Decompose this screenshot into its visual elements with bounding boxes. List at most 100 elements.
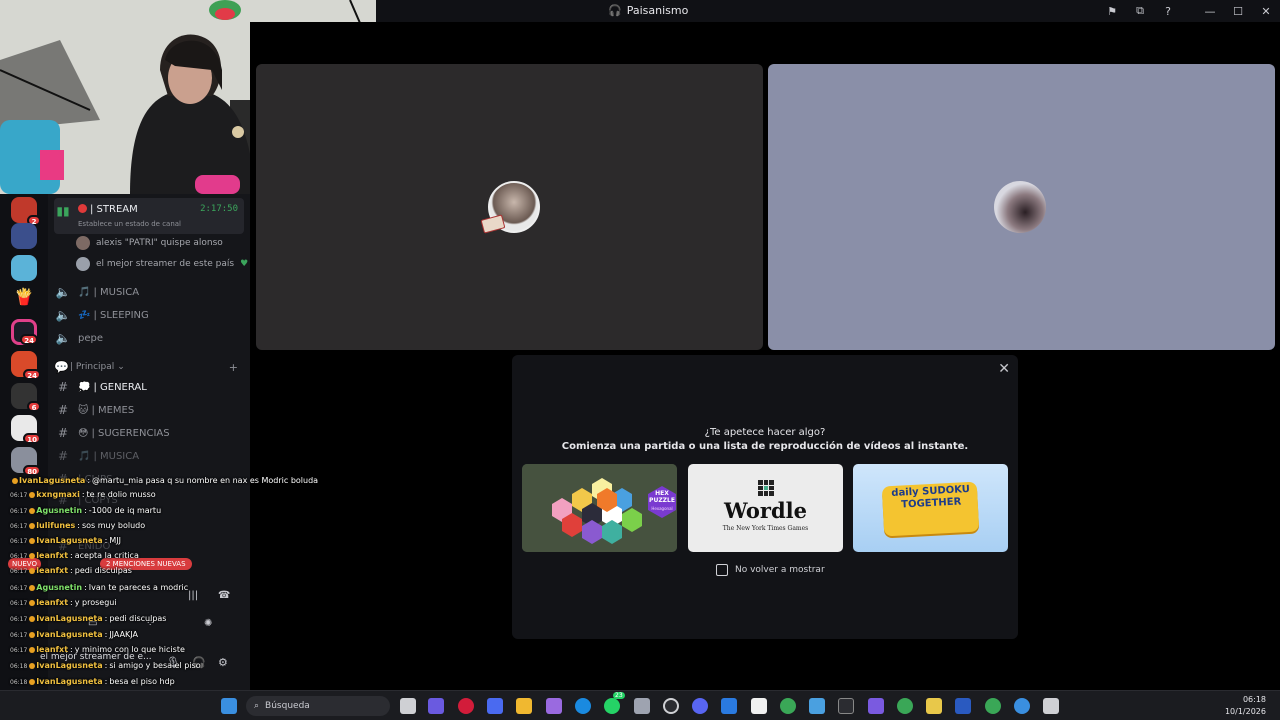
chat-separator: : [84, 506, 87, 515]
chat-time: 06:17 [10, 647, 28, 654]
voice-channel-musica[interactable]: 🔈 🎵 | MUSICA [54, 284, 244, 300]
chat-text: te re dolio musso [86, 490, 156, 499]
task-view-icon[interactable] [400, 698, 416, 714]
voice-user[interactable]: el mejor streamer de este país ♥ [76, 257, 248, 271]
speaker-icon: 🔈 [55, 285, 71, 299]
server-rail: 2 🍟 24 24 6 10 80 [0, 194, 48, 514]
chat-text: besa el piso hdp [109, 677, 175, 686]
category-principal[interactable]: 💬 | Principal ⌄ + [54, 360, 244, 374]
edge-icon[interactable] [575, 698, 591, 714]
cursor-app-icon[interactable] [1014, 698, 1030, 714]
start-icon[interactable] [221, 698, 237, 714]
maximize-button[interactable]: ☐ [1224, 0, 1252, 22]
copilot-icon[interactable] [428, 698, 444, 714]
taskbar-search[interactable]: ⌕ Búsqueda [246, 696, 390, 716]
chat-message: 06:18 IvanLagusneta: si amigo y besa el pi… [10, 661, 201, 670]
checkbox[interactable] [716, 564, 728, 576]
voice-user[interactable]: alexis "PATRI" quispe alonso [76, 236, 223, 250]
chat-separator: : [70, 598, 73, 607]
chat-time: 06:17 [10, 568, 28, 575]
chat-time: 06:17 [10, 632, 28, 639]
voice-channel-pepe[interactable]: 🔈 pepe [54, 330, 244, 346]
chat-text: MJJ [109, 536, 121, 545]
app-icon[interactable] [868, 698, 884, 714]
participant-tile[interactable] [256, 64, 763, 350]
settings-icon[interactable] [634, 698, 650, 714]
chrome-icon[interactable] [897, 698, 913, 714]
server-icon[interactable]: 10 [11, 415, 41, 444]
chevron-down-icon: ⌄ [117, 362, 125, 372]
opera-icon[interactable] [458, 698, 474, 714]
chat-message: 06:17 leanfxt: y prosegui [10, 598, 117, 607]
notepad-icon[interactable] [809, 698, 825, 714]
server-icon[interactable] [11, 223, 37, 249]
close-icon[interactable]: ✕ [998, 361, 1010, 377]
pen-icon[interactable] [546, 698, 562, 714]
server-badge: 10 [23, 433, 41, 444]
wordle-grid-icon [758, 480, 774, 496]
server-icon[interactable]: 24 [11, 319, 38, 345]
avatar [994, 181, 1046, 233]
files-icon[interactable] [926, 698, 942, 714]
badge-icon [29, 567, 36, 574]
minimize-button[interactable]: — [1196, 0, 1224, 22]
chat-time: 06:17 [10, 585, 28, 592]
capcut-icon[interactable] [751, 698, 767, 714]
badge-icon [29, 631, 36, 638]
channel-name: | STREAM [90, 204, 138, 215]
chat-separator: : [70, 551, 73, 560]
taskbar-clock[interactable]: 06:18 10/1/2026 [1225, 694, 1266, 718]
title-bar: 🎧 Paisanismo ⚑ ⧉ ? — ☐ ✕ [376, 0, 1280, 22]
text-channel-memes[interactable]: # 🐱 | MEMES [54, 402, 244, 418]
chat-text: si amigo y besa el piso [109, 661, 201, 670]
chat-message: 06:17 IvanLagusneta: pedi disculpas [10, 614, 166, 623]
text-channel-musica[interactable]: # 🎵 | MUSICA [54, 448, 244, 464]
chat-username: IvanLagusneta [36, 614, 103, 623]
chat-username: Agusnetin [36, 506, 83, 515]
avatar [76, 257, 90, 271]
chat-time: 06:18 [10, 679, 28, 686]
voice-channel-stream[interactable]: ▮▮ | STREAM 2:17:50 Establece un estado … [54, 198, 244, 234]
wordle-title: Wordle [724, 498, 807, 523]
participant-tile[interactable] [768, 64, 1275, 350]
word-icon[interactable] [955, 698, 971, 714]
activity-card-wordle[interactable]: Wordle The New York Times Games [688, 464, 843, 552]
text-channel-sugerencias[interactable]: # 😳 | SUGERENCIAS [54, 425, 244, 441]
chat-message: 06:18 IvanLagusneta: besa el piso hdp [10, 677, 175, 686]
discord-icon[interactable] [692, 698, 708, 714]
mail-icon[interactable] [721, 698, 737, 714]
face-icon: 😳 [78, 427, 89, 439]
channel-status[interactable]: Establece un estado de canal [78, 220, 181, 228]
calculator-icon[interactable] [1043, 698, 1059, 714]
popout-icon[interactable]: ⧉ [1126, 0, 1154, 22]
server-icon[interactable]: 6 [11, 383, 41, 412]
chat-time: 06:17 [10, 492, 28, 499]
folder-icon[interactable] [516, 698, 532, 714]
activity-modal: ✕ ¿Te apetece hacer algo? Comienza una p… [512, 355, 1018, 639]
obs-icon[interactable] [663, 698, 679, 714]
flag-icon[interactable]: ⚑ [1098, 0, 1126, 22]
taskbar: ⌕ Búsqueda 23 06:18 10/1/2026 [0, 690, 1280, 720]
close-window-button[interactable]: ✕ [1252, 0, 1280, 22]
fries-icon[interactable]: 🍟 [11, 287, 37, 313]
add-channel-icon[interactable]: + [229, 361, 238, 374]
chrome-icon[interactable] [985, 698, 1001, 714]
help-icon[interactable]: ? [1154, 0, 1182, 22]
chat-time: 06:17 [10, 553, 28, 560]
store-icon[interactable] [487, 698, 503, 714]
text-channel-general[interactable]: # 💭 | GENERAL [54, 379, 244, 395]
terminal-icon[interactable] [838, 698, 854, 714]
whatsapp-icon[interactable]: 23 [604, 692, 625, 714]
server-icon[interactable]: 24 [11, 351, 41, 380]
server-icon[interactable]: 2 [11, 197, 41, 226]
server-icon[interactable] [11, 255, 37, 281]
chat-time: 06:17 [10, 508, 28, 515]
dont-show-again-checkbox[interactable]: No volver a mostrar [716, 564, 825, 576]
server-icon[interactable]: 80 [11, 447, 41, 476]
voice-timer: 2:17:50 [200, 204, 238, 214]
voice-channel-sleeping[interactable]: 🔈 💤 | SLEEPING [54, 307, 244, 323]
activity-card-sudoku[interactable]: daily SUDOKU TOGETHER [853, 464, 1008, 552]
chrome-icon[interactable] [780, 698, 796, 714]
chat-separator: : [70, 566, 73, 575]
activity-card-hex-puzzle[interactable]: HEX PUZZLE Hexagonal [522, 464, 677, 552]
